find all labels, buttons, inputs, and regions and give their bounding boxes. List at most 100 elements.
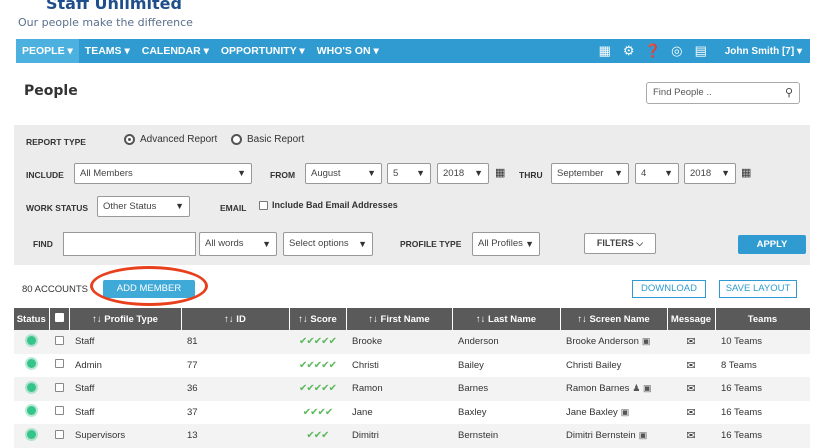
user-menu[interactable]: John Smith [7] ▾	[713, 46, 810, 57]
screen-name-text[interactable]: Ramon Barnes	[566, 383, 629, 394]
help-icon[interactable]: ❓	[641, 39, 665, 63]
message-cell[interactable]: ✉	[667, 330, 715, 354]
screen-name-cell[interactable]: Christi Bailey	[560, 354, 667, 378]
checkbox-icon	[259, 200, 268, 210]
search-icon[interactable]: ⚲	[785, 83, 793, 103]
screen-name-cell[interactable]: Brooke Anderson ▣	[560, 330, 667, 354]
report-advanced-radio[interactable]: Advanced Report	[124, 134, 217, 145]
checkbox-icon[interactable]	[55, 359, 64, 369]
message-cell[interactable]: ✉	[667, 377, 715, 401]
find-input[interactable]	[63, 232, 196, 256]
id-cell: 13	[181, 424, 289, 448]
folder-icon[interactable]: ▤	[689, 39, 713, 63]
select-cell[interactable]	[49, 424, 69, 448]
id-cell: 81	[181, 330, 289, 354]
envelope-icon[interactable]: ✉	[686, 360, 695, 372]
find-mode-select[interactable]: All words ▼	[199, 232, 277, 256]
filters-button[interactable]: FILTERS ⌵	[584, 233, 656, 254]
nav-opportunity[interactable]: OPPORTUNITY ▾	[215, 39, 311, 63]
work-status-select[interactable]: Other Status ▼	[97, 196, 190, 217]
nav-teams[interactable]: TEAMS ▾	[79, 39, 136, 63]
col-teams: Teams	[715, 308, 811, 330]
from-year-select[interactable]: 2018 ▼	[437, 163, 489, 184]
include-label: INCLUDE	[26, 170, 64, 180]
bad-email-label: Include Bad Email Addresses	[272, 200, 398, 210]
save-layout-button[interactable]: SAVE LAYOUT	[719, 280, 797, 298]
globe-icon[interactable]: ◎	[665, 39, 689, 63]
nav-people[interactable]: PEOPLE ▾	[16, 39, 79, 63]
nav-whos-on[interactable]: WHO'S ON ▾	[311, 39, 385, 63]
col-profile-type[interactable]: ↑↓ Profile Type	[69, 308, 182, 330]
col-first-name[interactable]: ↑↓ First Name	[346, 308, 453, 330]
profile-type-select[interactable]: All Profiles ▼	[472, 232, 540, 256]
thru-day-select[interactable]: 4 ▼	[635, 163, 679, 184]
col-select-all[interactable]	[49, 308, 70, 330]
last-name-cell: Bailey	[458, 359, 484, 371]
checkbox-icon[interactable]	[55, 429, 64, 439]
page-title: People	[24, 83, 78, 99]
chevron-down-icon: ▼	[614, 168, 623, 178]
teams-cell: 10 Teams	[715, 330, 810, 354]
checkbox-icon[interactable]	[55, 382, 64, 392]
screen-name-cell[interactable]: Jane Baxley ▣	[560, 401, 667, 425]
table-row[interactable]: Staff 81 ✔✔✔✔✔ Brooke Anderson Brooke An…	[14, 330, 810, 354]
message-cell[interactable]: ✉	[667, 424, 715, 448]
message-cell[interactable]: ✉	[667, 401, 715, 425]
from-day-select[interactable]: 5 ▼	[387, 163, 431, 184]
include-select[interactable]: All Members ▼	[74, 163, 252, 184]
envelope-icon[interactable]: ✉	[686, 407, 695, 419]
message-cell[interactable]: ✉	[667, 354, 715, 378]
thru-year-select[interactable]: 2018 ▼	[684, 163, 736, 184]
envelope-icon[interactable]: ✉	[686, 336, 695, 348]
thru-month-select[interactable]: September ▼	[551, 163, 629, 184]
profile-type-cell: Staff	[75, 406, 95, 418]
from-month-select[interactable]: August ▼	[305, 163, 382, 184]
screen-name-text[interactable]: Dimitri Bernstein	[566, 430, 636, 441]
find-mode-value: All words	[205, 238, 244, 249]
col-score[interactable]: ↑↓ Score	[289, 308, 347, 330]
find-people-input[interactable]: Find People .. ⚲	[646, 82, 800, 104]
screen-name-text[interactable]: Christi Bailey	[566, 360, 621, 371]
report-basic-radio[interactable]: Basic Report	[231, 134, 304, 145]
first-name-cell: Jane	[352, 406, 373, 418]
screen-name-text[interactable]: Jane Baxley	[566, 407, 618, 418]
calendar-icon[interactable]: ▦	[495, 166, 505, 179]
checkbox-icon[interactable]	[55, 335, 64, 345]
screen-name-cell[interactable]: Dimitri Bernstein ▣	[560, 424, 667, 448]
envelope-icon[interactable]: ✉	[686, 383, 695, 395]
select-options-select[interactable]: Select options ▼	[283, 232, 373, 256]
apply-button[interactable]: APPLY	[738, 235, 806, 254]
checkbox-icon[interactable]	[54, 313, 64, 322]
select-cell[interactable]	[49, 377, 69, 401]
filters-button-label: FILTERS	[596, 238, 634, 248]
last-name-cell: Anderson	[452, 330, 560, 354]
select-cell[interactable]	[49, 354, 69, 378]
checkbox-icon[interactable]	[55, 406, 64, 416]
calendar-icon[interactable]: ▦	[741, 166, 751, 179]
col-screen-name[interactable]: ↑↓ Screen Name	[560, 308, 668, 330]
envelope-icon[interactable]: ✉	[686, 430, 695, 442]
table-row[interactable]: Staff 37 ✔✔✔✔ Jane Baxley Jane Baxley ▣ ✉…	[14, 401, 810, 425]
status-cell	[14, 330, 49, 354]
document-icon[interactable]: ▦	[593, 39, 617, 63]
select-cell[interactable]	[49, 330, 69, 354]
profile-type-cell: Staff	[69, 330, 181, 354]
table-row[interactable]: Admin 77 ✔✔✔✔✔ Christi Bailey Christi Ba…	[14, 354, 810, 378]
table-row[interactable]: Supervisors 13 ✔✔✔ Dimitri Bernstein Dim…	[14, 424, 810, 448]
nav-calendar[interactable]: CALENDAR ▾	[136, 39, 215, 63]
download-button[interactable]: DOWNLOAD	[632, 280, 706, 298]
chevron-down-icon: ▼	[721, 168, 730, 178]
screen-name-text[interactable]: Brooke Anderson	[566, 336, 639, 347]
col-id[interactable]: ↑↓ ID	[181, 308, 290, 330]
select-cell[interactable]	[49, 401, 69, 425]
score-cell: ✔✔✔✔✔	[289, 354, 346, 378]
nav-right: ▦ ⚙ ❓ ◎ ▤ John Smith [7] ▾	[593, 39, 810, 63]
teams-cell: 8 Teams	[721, 359, 757, 371]
chevron-down-icon: ▼	[262, 239, 271, 249]
screen-name-cell[interactable]: Ramon Barnes ♟ ▣	[560, 377, 667, 401]
status-active-icon	[27, 382, 36, 392]
gear-icon[interactable]: ⚙	[617, 39, 641, 63]
col-last-name[interactable]: ↑↓ Last Name	[452, 308, 561, 330]
bad-email-checkbox[interactable]: Include Bad Email Addresses	[259, 200, 398, 210]
table-row[interactable]: Staff 36 ✔✔✔✔✔ Ramon Barnes Ramon Barnes…	[14, 377, 810, 401]
